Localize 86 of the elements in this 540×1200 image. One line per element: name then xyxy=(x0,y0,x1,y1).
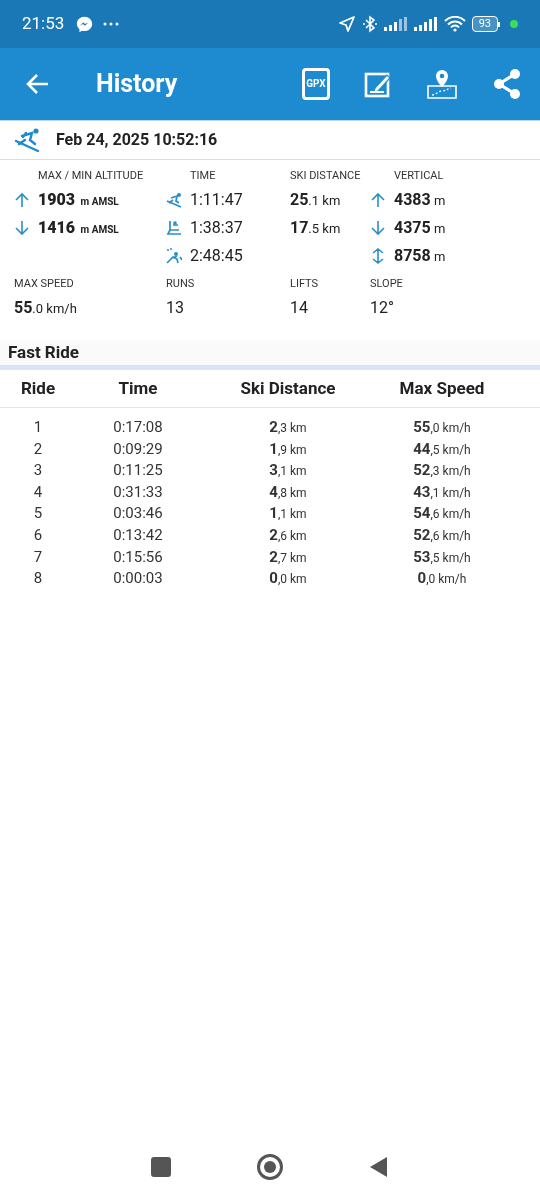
up-arrow-icon xyxy=(370,192,386,208)
recents-button[interactable] xyxy=(151,1157,171,1177)
signal-icon xyxy=(413,17,438,31)
table-cell-text: 55,0 km/h xyxy=(413,417,471,438)
wifi-icon xyxy=(443,16,466,32)
column-header: Max Speed xyxy=(399,376,485,400)
table-cell-text: 1,9 km xyxy=(269,438,307,460)
skier-icon xyxy=(166,192,182,208)
table-cell-text: 0:15:56 xyxy=(113,546,163,568)
stat-value: 25.1 km xyxy=(290,189,341,211)
column-header: Time xyxy=(118,376,158,400)
skier-snow-icon xyxy=(166,248,182,264)
column-header: Ski Distance xyxy=(240,376,336,400)
table-cell-text: 7 xyxy=(33,546,43,568)
battery-indicator: 93 xyxy=(471,16,500,32)
stat-value: 2:48:45 xyxy=(190,245,243,267)
table-cell-text: 0:13:42 xyxy=(113,524,163,546)
stat-value: 13 xyxy=(166,297,184,319)
table-cell-text: 2,6 km xyxy=(269,524,307,546)
table-cell-text: 2 xyxy=(33,438,43,460)
up-down-arrow-icon xyxy=(370,248,386,264)
table-cell-text: 0:00:03 xyxy=(113,568,163,590)
table-cell-text: 0,0 km/h xyxy=(417,568,467,590)
table-cell-text: 53,5 km/h xyxy=(413,546,471,568)
stat-label: MAX / MIN ALTITUDE xyxy=(37,168,145,184)
table-cell-text: 1,1 km xyxy=(269,503,307,525)
table-cell-text: 2,3 km xyxy=(269,417,307,438)
down-arrow-icon xyxy=(370,220,386,236)
back-nav-button[interactable] xyxy=(369,1156,389,1178)
home-button[interactable] xyxy=(257,1154,283,1180)
column-header: Ride xyxy=(20,376,56,400)
table-cell-text: 52,3 km/h xyxy=(413,460,471,482)
map-route-button[interactable] xyxy=(426,68,458,100)
stat-value: 17.5 km xyxy=(290,217,341,239)
screen-title: History xyxy=(96,68,178,101)
session-date: Feb 24, 2025 10:52:16 xyxy=(56,129,218,151)
table-cell-text: 0:17:08 xyxy=(113,417,163,438)
stat-label: RUNS xyxy=(166,276,196,292)
table-cell-text: 3 xyxy=(33,460,43,482)
signal-icon xyxy=(383,17,408,31)
stat-value: 1903 m AMSL xyxy=(38,189,119,211)
table-cell-text: 1 xyxy=(33,417,43,438)
table-cell-text: 5 xyxy=(33,503,43,525)
table-cell-text: 52,6 km/h xyxy=(413,524,471,546)
table-cell-text: 54,6 km/h xyxy=(413,503,471,525)
gpx-export-button[interactable]: GPX xyxy=(302,68,330,100)
stat-label: SLOPE xyxy=(370,276,404,292)
table-cell-text: 0:09:29 xyxy=(113,438,163,460)
stat-label: SKI DISTANCE xyxy=(290,168,362,184)
up-arrow-icon xyxy=(14,192,30,208)
table-cell-text: 0:11:25 xyxy=(113,460,163,482)
more-icon xyxy=(103,22,120,26)
table-cell-text: 0,0 km xyxy=(269,568,307,590)
edit-button[interactable] xyxy=(364,70,392,98)
stat-label: LIFTS xyxy=(290,276,320,292)
status-time: 21:53 xyxy=(22,12,65,36)
table-cell-text: 0:03:46 xyxy=(113,503,163,525)
skier-icon xyxy=(14,127,42,153)
stat-label: MAX SPEED xyxy=(14,276,75,292)
location-icon xyxy=(337,15,356,33)
table-cell-text: 2,7 km xyxy=(269,546,307,568)
table-cell-text: 8 xyxy=(33,568,43,590)
stat-value: 4383 m xyxy=(394,189,446,211)
section-title: Fast Ride xyxy=(8,340,79,364)
stat-label: TIME xyxy=(189,168,217,184)
table-cell-text: 6 xyxy=(33,524,43,546)
stat-label: VERTICAL xyxy=(393,168,445,184)
share-button[interactable] xyxy=(492,68,522,100)
table-cell-text: 4 xyxy=(33,481,43,503)
stat-value: 1:11:47 xyxy=(190,189,243,211)
stat-value: 12° xyxy=(370,297,394,319)
stat-value: 4375 m xyxy=(394,217,446,239)
stat-value: 1416 m AMSL xyxy=(38,217,119,239)
table-cell-text: 44,5 km/h xyxy=(413,438,471,460)
table-cell-text: 3,1 km xyxy=(269,460,307,482)
stat-value: 14 xyxy=(290,297,308,319)
stat-value: 8758 m xyxy=(394,245,446,267)
table-cell-text: 4,8 km xyxy=(269,481,307,503)
chairlift-icon xyxy=(166,220,182,236)
messenger-icon xyxy=(76,15,94,33)
table-cell-text: 0:31:33 xyxy=(113,481,163,503)
stat-value: 1:38:37 xyxy=(190,217,243,239)
table-cell-text: 43,1 km/h xyxy=(413,481,471,503)
stat-value: 55.0 km/h xyxy=(14,297,77,319)
down-arrow-icon xyxy=(14,220,30,236)
bluetooth-icon xyxy=(361,15,378,33)
